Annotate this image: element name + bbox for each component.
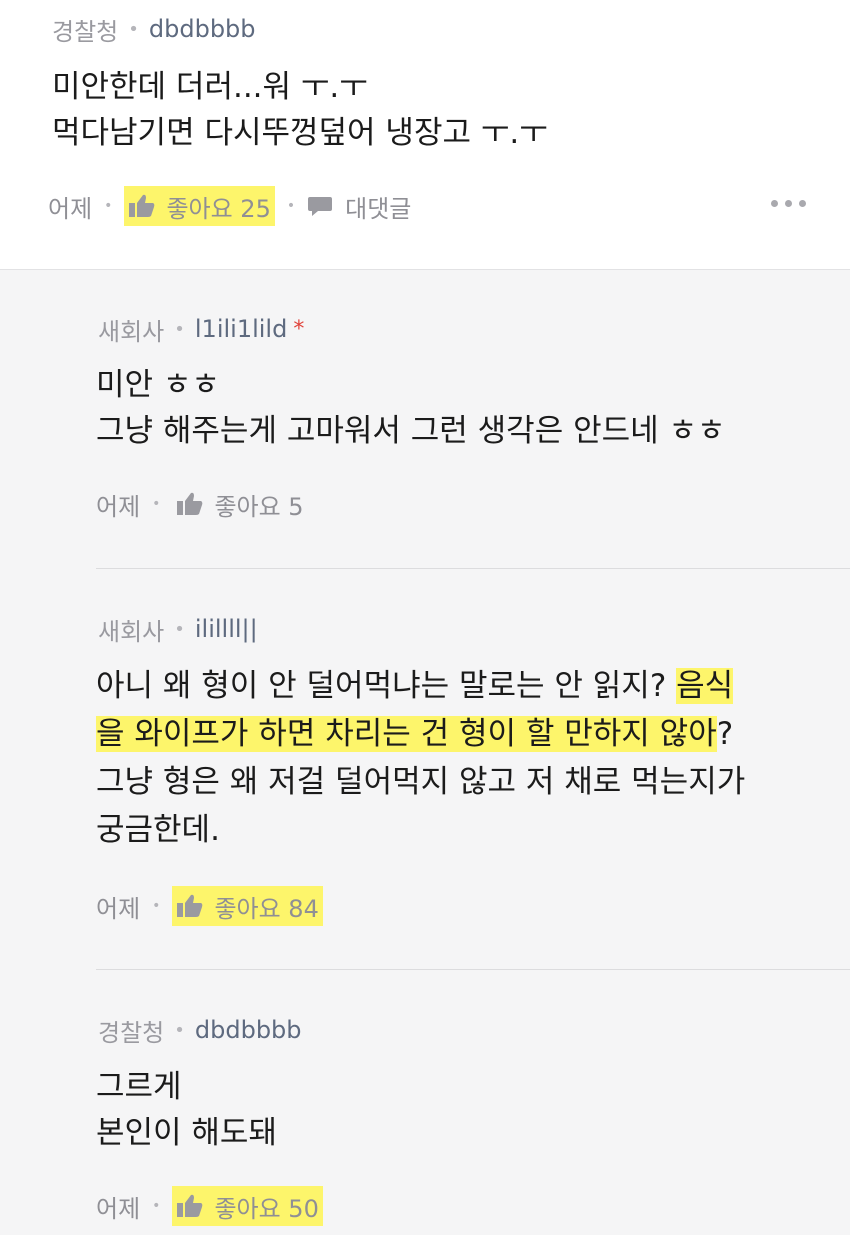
comment-time: 어제: [96, 894, 141, 923]
reply-actions: 어제 • 좋아요 84: [96, 886, 850, 926]
speech-bubble-icon: [308, 197, 333, 216]
comment-line: 그르게: [96, 1069, 182, 1105]
company-name[interactable]: 새회사: [98, 612, 164, 647]
reply-divider: [96, 568, 850, 569]
comment-line: 그냥 해주는게 고마워서 그런 생각은 안드네 ㅎㅎ: [96, 413, 726, 449]
like-button[interactable]: 좋아요 25: [124, 186, 275, 226]
like-button[interactable]: 좋아요 5: [172, 484, 307, 524]
meta-separator: •: [174, 318, 185, 340]
comment-time: 어제: [48, 194, 93, 223]
comment-line: 그냥 형은 왜 저걸 덜어먹지 않고 저 채로 먹는지가: [96, 764, 746, 800]
nickname[interactable]: l1ili1lild: [195, 315, 287, 343]
author-badge: *: [293, 316, 305, 342]
nickname[interactable]: dbdbbbb: [195, 1016, 302, 1044]
comment-line: 먹다남기면 다시뚜껑덮어 냉장고 ㅜ.ㅜ: [52, 115, 548, 151]
reply-actions: 어제 • 좋아요 50: [96, 1186, 850, 1226]
nickname[interactable]: ilillll||: [195, 615, 258, 643]
comment-line: 미안 ㅎㅎ: [96, 367, 220, 403]
thumbs-up-icon: [177, 492, 203, 515]
comment-body: 미안한데 더러...워 ㅜ.ㅜ 먹다남기면 다시뚜껑덮어 냉장고 ㅜ.ㅜ: [52, 64, 850, 156]
meta-separator: •: [104, 198, 113, 214]
reply-label: 대댓글: [345, 194, 412, 223]
reply-body: 그르게 본인이 해도돼: [96, 1064, 850, 1156]
like-button[interactable]: 좋아요 84: [172, 886, 323, 926]
comment-time: 어제: [96, 1194, 141, 1223]
reply-body: 아니 왜 형이 안 덜어먹냐는 말로는 안 읽지? 음식 을 와이프가 하면 차…: [96, 662, 850, 854]
reply-meta: 경찰청 • dbdbbbb: [98, 1013, 850, 1048]
meta-separator: •: [128, 18, 139, 40]
reply-divider: [96, 969, 850, 970]
company-name[interactable]: 경찰청: [98, 1013, 164, 1048]
reply-actions: 어제 • 좋아요 5: [96, 484, 850, 524]
comment-actions: 어제 • 좋아요 25 • 대댓글: [48, 186, 850, 226]
company-name[interactable]: 새회사: [98, 312, 164, 347]
comment-text: ?: [716, 716, 734, 752]
comment-line: 본인이 해도돼: [96, 1115, 277, 1151]
reply-meta: 새회사 • l1ili1lild *: [98, 312, 850, 347]
comment-meta: 경찰청 • dbdbbbb: [52, 12, 850, 47]
like-label: 좋아요 25: [166, 194, 271, 223]
company-name[interactable]: 경찰청: [52, 12, 118, 47]
like-label: 좋아요 84: [214, 894, 319, 923]
highlighted-text: 음식: [676, 668, 734, 704]
thumbs-up-icon: [129, 194, 155, 217]
meta-separator: •: [152, 898, 161, 914]
top-comment: 경찰청 • dbdbbbb 미안한데 더러...워 ㅜ.ㅜ 먹다남기면 다시뚜껑…: [0, 0, 850, 270]
meta-separator: •: [286, 198, 296, 214]
reply-meta: 새회사 • ilillll||: [98, 612, 850, 647]
meta-separator: •: [174, 618, 185, 640]
comment-line: 미안한데 더러...워 ㅜ.ㅜ: [52, 69, 368, 105]
reply-body: 미안 ㅎㅎ 그냥 해주는게 고마워서 그런 생각은 안드네 ㅎㅎ: [96, 362, 850, 454]
like-label: 좋아요 50: [214, 1194, 319, 1223]
comment-time: 어제: [96, 492, 141, 521]
thumbs-up-icon: [177, 894, 203, 917]
nickname[interactable]: dbdbbbb: [149, 15, 256, 43]
meta-separator: •: [152, 1198, 161, 1214]
reply-button[interactable]: 대댓글: [307, 189, 411, 224]
meta-separator: •: [152, 496, 161, 512]
meta-separator: •: [174, 1019, 185, 1041]
like-label: 좋아요 5: [214, 492, 304, 521]
comment-line: 궁금한데.: [96, 812, 220, 848]
highlighted-text: 을 와이프가 하면 차리는 건 형이 할 만하지 않아: [96, 716, 717, 752]
more-icon[interactable]: [771, 200, 806, 207]
thumbs-up-icon: [177, 1194, 203, 1217]
comment-text: 아니 왜 형이 안 덜어먹냐는 말로는 안 읽지?: [96, 668, 677, 704]
like-button[interactable]: 좋아요 50: [172, 1186, 323, 1226]
